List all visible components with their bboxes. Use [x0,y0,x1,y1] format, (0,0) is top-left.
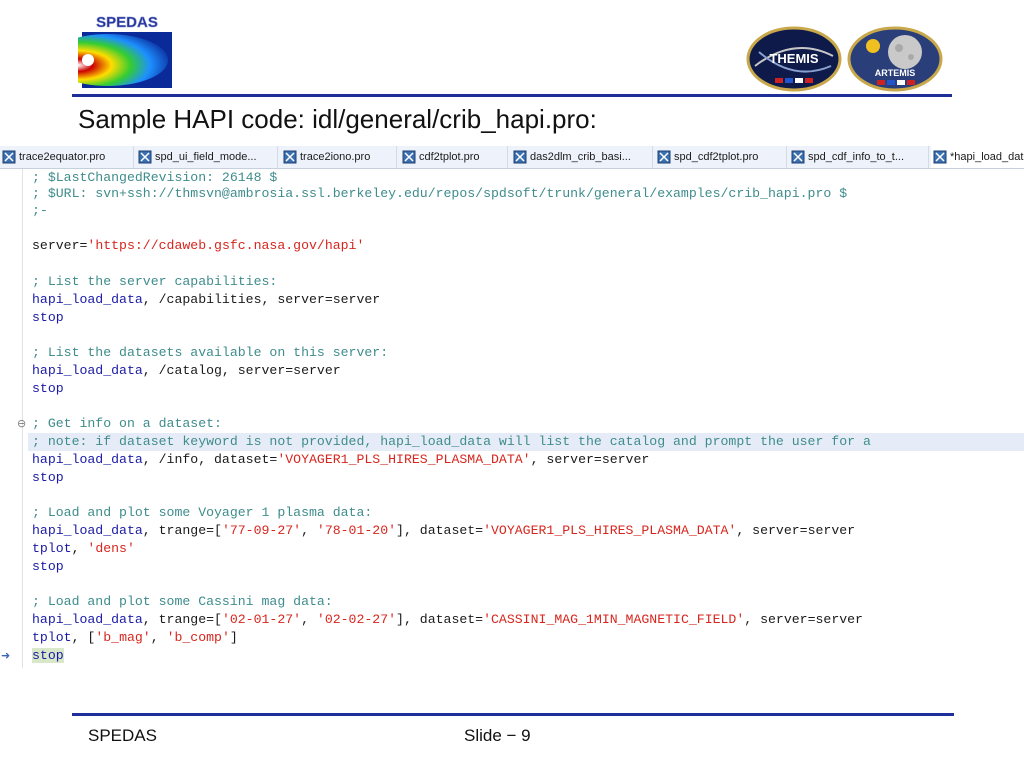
code-line: ; List the server capabilities: [32,274,278,289]
tab-label: spd_cdf_info_to_t... [808,151,905,163]
code-line: stop [32,470,64,485]
code-line: ; Get info on a dataset: [32,416,222,431]
code-line: stop [32,559,64,574]
tab-label: trace2equator.pro [19,151,106,163]
mission-logos: THEMIS ARTEMIS [746,26,943,92]
tab-label: trace2iono.pro [300,151,371,163]
code-line: hapi_load_data, /info, dataset='VOYAGER1… [32,452,650,467]
code-line-highlighted: ; note: if dataset keyword is not provid… [28,433,1024,451]
slide-number: Slide − 9 [464,726,531,745]
idl-file-icon [402,150,416,164]
code-line: hapi_load_data, trange=['77-09-27', '78-… [32,523,856,538]
idl-file-icon [283,150,297,164]
idl-file-icon [657,150,671,164]
tab-trace2equator[interactable]: trace2equator.pro [0,146,134,168]
code-line: tplot, ['b_mag', 'b_comp'] [32,630,238,645]
code-line: ;- [32,203,48,218]
slide-title: Sample HAPI code: idl/general/crib_hapi.… [78,104,597,134]
tab-spd-ui-field-mode[interactable]: spd_ui_field_mode... [136,146,278,168]
tab-label: cdf2tplot.pro [419,151,480,163]
tab-spd-cdf2tplot[interactable]: spd_cdf2tplot.pro [655,146,787,168]
spedas-logo-text: SPEDAS [96,14,158,31]
code-line: stop [32,310,64,325]
idl-file-icon [933,150,947,164]
code-editor[interactable]: ; $LastChangedRevision: 26148 $ ; $URL: … [0,169,1024,668]
code-line: ; $URL: svn+ssh://thmsvn@ambrosia.ssl.be… [32,186,848,201]
themis-logo-text: THEMIS [769,51,818,66]
tab-label: spd_ui_field_mode... [155,151,257,163]
artemis-logo: ARTEMIS [847,26,943,92]
code-line: hapi_load_data, /catalog, server=server [32,363,341,378]
tab-trace2iono[interactable]: trace2iono.pro [281,146,397,168]
themis-logo: THEMIS [746,26,842,92]
idl-file-icon [513,150,527,164]
tab-label: *hapi_load_dat [950,151,1024,163]
idl-file-icon [791,150,805,164]
idl-file-icon [2,150,16,164]
code-line: ; Load and plot some Voyager 1 plasma da… [32,505,373,520]
header-rule [72,94,952,97]
code-line: hapi_load_data, trange=['02-01-27', '02-… [32,612,863,627]
footer-left-text: SPEDAS [88,726,157,745]
code-line: tplot, 'dens' [32,541,135,556]
editor-tab-bar: trace2equator.pro spd_ui_field_mode... t… [0,146,1024,169]
tab-label: das2dlm_crib_basi... [530,151,631,163]
editor-ruler [0,169,16,668]
fold-toggle-icon[interactable]: ⊖ [17,417,26,430]
code-line: stop [32,381,64,396]
tab-das2dlm-crib-basi[interactable]: das2dlm_crib_basi... [511,146,653,168]
code-line: hapi_load_data, /capabilities, server=se… [32,292,381,307]
code-line: server='https://cdaweb.gsfc.nasa.gov/hap… [32,238,365,253]
idl-file-icon [138,150,152,164]
code-line: ; Load and plot some Cassini mag data: [32,594,333,609]
code-line-current: stop [32,648,64,663]
tab-cdf2tplot[interactable]: cdf2tplot.pro [400,146,508,168]
artemis-logo-text: ARTEMIS [875,68,916,78]
spedas-logo: SPEDAS [78,14,174,88]
current-line-arrow-icon: ➜ [1,649,11,662]
code-line: ; List the datasets available on this se… [32,345,389,360]
footer-rule [72,713,954,716]
tab-hapi-load-data-active[interactable]: *hapi_load_dat [931,146,1024,168]
tab-spd-cdf-info-to-t[interactable]: spd_cdf_info_to_t... [789,146,929,168]
tab-label: spd_cdf2tplot.pro [674,151,759,163]
